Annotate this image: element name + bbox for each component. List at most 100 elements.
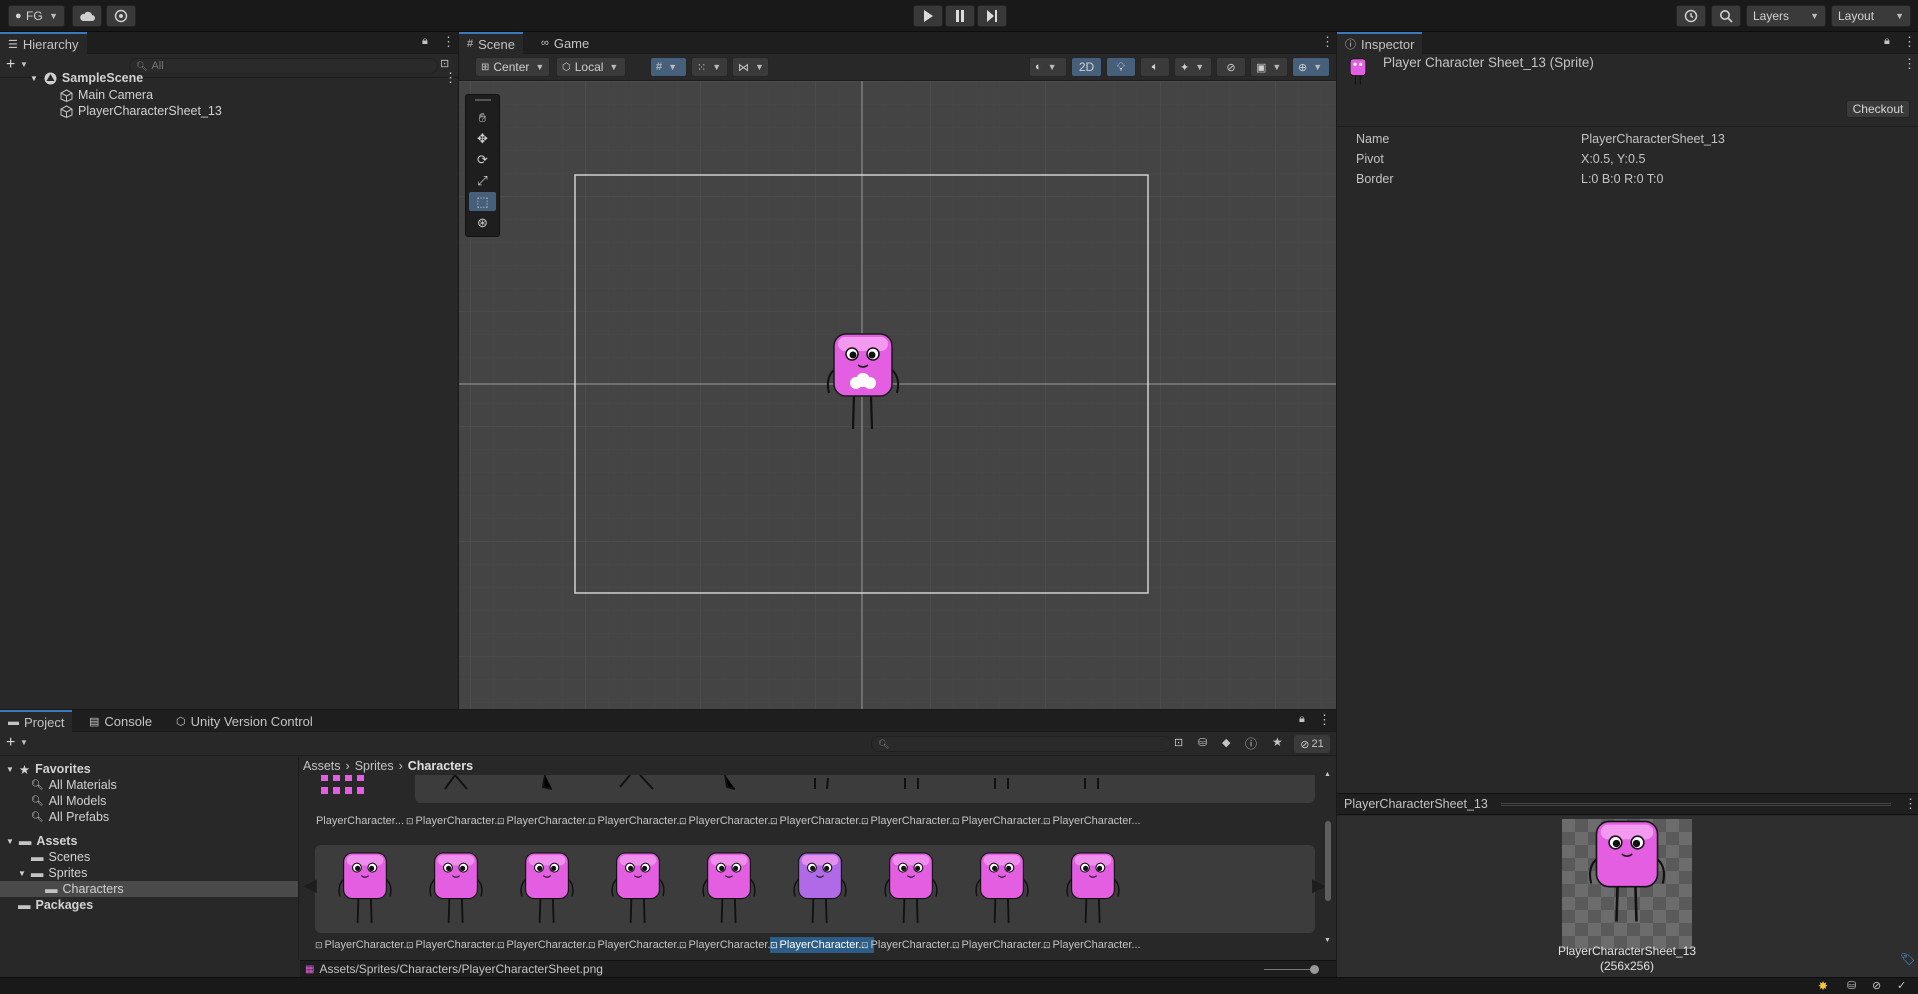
inspector-kebab-icon[interactable]: ⋮ bbox=[1903, 56, 1916, 72]
asset-label[interactable]: ⊡ PlayerCharacter... bbox=[861, 937, 965, 953]
rect-tool-button[interactable]: ⬚ bbox=[469, 192, 496, 211]
zoom-slider-track[interactable] bbox=[1264, 969, 1314, 970]
step-button[interactable] bbox=[977, 5, 1007, 27]
tag-icon[interactable]: ◆ bbox=[1222, 736, 1230, 749]
favorite-star-icon[interactable]: ★ bbox=[1272, 735, 1283, 749]
scene-visibility-toggle[interactable]: ⊘ bbox=[1216, 57, 1246, 77]
chevron-down-icon[interactable]: ▼ bbox=[20, 738, 28, 747]
vertical-scrollbar[interactable]: ▲ ▼ bbox=[1322, 771, 1334, 947]
collapse-left-icon[interactable]: ◀ bbox=[303, 875, 317, 896]
importlog-icon[interactable]: ⓘ bbox=[1245, 735, 1257, 752]
asset-label[interactable]: ⊡ PlayerCharacter... bbox=[861, 813, 965, 829]
project-search-input[interactable]: 🔍︎ bbox=[871, 736, 1172, 752]
scrollbar-thumb[interactable] bbox=[1325, 821, 1331, 901]
account-dropdown[interactable]: ● FG ▼ bbox=[8, 5, 65, 27]
sprite-thumbnail[interactable] bbox=[610, 847, 666, 931]
gizmos-dropdown[interactable]: ⊕ ▼ bbox=[1292, 57, 1330, 77]
layers-dropdown[interactable]: Layers ▼ bbox=[1746, 5, 1826, 27]
folder-item-selected[interactable]: ▬ Characters bbox=[0, 881, 298, 897]
favorite-item[interactable]: 🔍︎ All Materials bbox=[31, 777, 117, 793]
asset-label[interactable]: ⊡ PlayerCharacter... bbox=[406, 937, 510, 953]
sprite-thumbnail[interactable] bbox=[883, 847, 939, 931]
hierarchy-item[interactable]: PlayerCharacterSheet_13 bbox=[60, 103, 222, 119]
audio-toggle[interactable]: 🔈︎ bbox=[1140, 57, 1170, 77]
add-icon[interactable]: + bbox=[6, 734, 15, 752]
increment-snap-toggle[interactable]: ⋈ ▼ bbox=[732, 57, 769, 77]
lighting-progress-icon[interactable]: ✸ bbox=[1818, 979, 1828, 993]
pause-button[interactable] bbox=[945, 5, 975, 27]
hand-tool-button[interactable]: ✋︎ bbox=[469, 108, 496, 127]
spritesheet-thumbnail[interactable] bbox=[315, 775, 370, 803]
favorite-item[interactable]: 🔍︎ All Models bbox=[31, 793, 106, 809]
space-local-dropdown[interactable]: ⬡ Local ▼ bbox=[556, 57, 626, 77]
lock-icon[interactable]: 🔒︎ bbox=[422, 35, 428, 48]
kebab-menu-icon[interactable]: ⋮ bbox=[1318, 712, 1331, 728]
asset-label[interactable]: ⊡ PlayerCharacter... bbox=[588, 937, 692, 953]
asset-label[interactable]: ⊡ PlayerCharacter... bbox=[770, 813, 874, 829]
resize-handle[interactable] bbox=[1501, 803, 1891, 806]
rotate-tool-button[interactable]: ⟳ bbox=[469, 150, 496, 169]
cache-server-icon[interactable]: ⛁ bbox=[1847, 979, 1856, 992]
add-icon[interactable]: + bbox=[6, 56, 15, 74]
asset-label[interactable]: ⊡ PlayerCharacter... bbox=[588, 813, 692, 829]
search-by-type-icon[interactable]: ⊡ bbox=[1174, 736, 1183, 749]
layout-dropdown[interactable]: Layout ▼ bbox=[1831, 5, 1911, 27]
tab-inspector[interactable]: ⓘ Inspector bbox=[1337, 32, 1423, 54]
chevron-down-icon[interactable]: ▼ bbox=[20, 60, 28, 69]
assets-folder-row[interactable]: ▼ ▬ Assets bbox=[6, 833, 77, 849]
search-button[interactable] bbox=[1711, 5, 1741, 27]
asset-label[interactable]: ⊡ PlayerCharacter... bbox=[406, 813, 510, 829]
sprite-thumbnail[interactable] bbox=[792, 847, 848, 931]
sprite-thumbnail[interactable] bbox=[1065, 847, 1121, 931]
lock-icon[interactable]: 🔒︎ bbox=[1299, 713, 1305, 726]
folder-item[interactable]: ▬ Scenes bbox=[31, 849, 90, 865]
asset-label[interactable]: ⊡ PlayerCharacter... bbox=[679, 813, 783, 829]
sprite-thumbnail[interactable] bbox=[428, 847, 484, 931]
preview-kebab-icon[interactable]: ⋮ bbox=[1904, 796, 1917, 812]
camera-settings-dropdown[interactable]: ▣ ▼ bbox=[1250, 57, 1288, 77]
player-character-sprite[interactable] bbox=[825, 331, 901, 435]
breadcrumb-item[interactable]: Sprites bbox=[355, 759, 394, 773]
grid-snap-toggle[interactable]: # ▼ bbox=[650, 57, 687, 77]
sprite-thumbnail[interactable] bbox=[701, 847, 757, 931]
asset-label[interactable]: ⊡ PlayerCharacter... bbox=[1043, 813, 1147, 829]
asset-label[interactable]: ⊡ PlayerCharacter... bbox=[679, 937, 783, 953]
asset-label[interactable]: ⊡ PlayerCharacter... bbox=[770, 937, 874, 953]
collab-button[interactable] bbox=[106, 5, 136, 27]
tab-console[interactable]: ▤ Console bbox=[81, 710, 160, 732]
asset-label[interactable]: ⊡ PlayerCharacter... bbox=[1043, 937, 1147, 953]
asset-label[interactable]: ⊡ PlayerCharacter... bbox=[497, 937, 601, 953]
tab-project[interactable]: ▬ Project bbox=[0, 710, 73, 732]
tab-hierarchy[interactable]: ☰ Hierarchy bbox=[0, 32, 87, 54]
sprite-thumbnail[interactable] bbox=[337, 847, 393, 931]
checkout-button[interactable]: Checkout bbox=[1846, 100, 1910, 118]
asset-label[interactable]: ⊡ PlayerCharacter... bbox=[315, 937, 419, 953]
kebab-menu-icon[interactable]: ⋮ bbox=[1903, 34, 1916, 50]
tab-scene[interactable]: # Scene bbox=[459, 32, 523, 54]
move-tool-button[interactable]: ✥ bbox=[469, 129, 496, 148]
lighting-toggle[interactable]: 💡︎ bbox=[1106, 57, 1136, 77]
undo-history-button[interactable] bbox=[1676, 5, 1706, 27]
folder-item[interactable]: ▼ ▬ Sprites bbox=[18, 865, 87, 881]
sprite-thumbnail[interactable] bbox=[974, 847, 1030, 931]
search-by-label-icon[interactable]: ⛁ bbox=[1198, 736, 1207, 749]
asset-label[interactable]: ⊡ PlayerCharacter... bbox=[952, 813, 1056, 829]
scene-kebab-icon[interactable]: ⋮ bbox=[444, 70, 457, 86]
kebab-menu-icon[interactable]: ⋮ bbox=[1321, 34, 1334, 50]
breadcrumb-item[interactable]: Characters bbox=[408, 759, 473, 773]
cloud-button[interactable] bbox=[72, 5, 102, 27]
draw-mode-dropdown[interactable]: ◐ ▼ bbox=[1029, 57, 1067, 77]
preview-header[interactable]: PlayerCharacterSheet_13 ⋮ bbox=[1337, 793, 1918, 815]
scene-row[interactable]: ▼ SampleScene ⋮ bbox=[30, 70, 458, 86]
zoom-slider-thumb[interactable] bbox=[1310, 965, 1319, 974]
tab-version-control[interactable]: ⬡ Unity Version Control bbox=[168, 710, 321, 732]
scale-tool-button[interactable]: ⤢ bbox=[469, 171, 496, 190]
search-options-icon[interactable]: ⊡ bbox=[440, 57, 449, 70]
toggle-2d-button[interactable]: 2D bbox=[1071, 57, 1102, 77]
packages-folder-row[interactable]: ▬ Packages bbox=[18, 897, 93, 913]
pivot-center-dropdown[interactable]: ⊞ Center ▼ bbox=[475, 57, 550, 77]
breadcrumb-item[interactable]: Assets bbox=[303, 759, 341, 773]
kebab-menu-icon[interactable]: ⋮ bbox=[442, 34, 455, 50]
tab-game[interactable]: ∞ Game bbox=[533, 32, 597, 54]
drag-handle[interactable] bbox=[475, 99, 491, 101]
